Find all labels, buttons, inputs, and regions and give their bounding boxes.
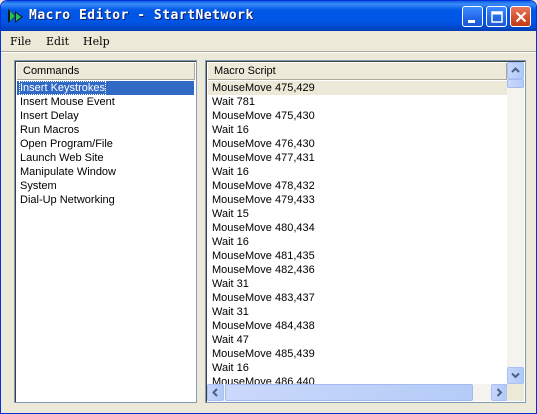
command-item[interactable]: Insert Keystrokes xyxy=(17,81,194,95)
script-line[interactable]: Wait 16 xyxy=(208,165,507,179)
script-line[interactable]: MouseMove 482,436 xyxy=(208,263,507,277)
script-line[interactable]: MouseMove 485,439 xyxy=(208,347,507,361)
scroll-up-button[interactable] xyxy=(507,62,524,79)
script-list: MouseMove 475,429 Wait 781 MouseMove 475,4… xyxy=(208,81,507,389)
script-line[interactable]: Wait 16 xyxy=(208,235,507,249)
maximize-button[interactable] xyxy=(486,6,507,27)
window-title: Macro Editor - StartNetwork xyxy=(29,8,254,23)
script-line[interactable]: MouseMove 476,430 xyxy=(208,137,507,151)
chevron-down-icon xyxy=(511,372,520,379)
vertical-scroll-thumb[interactable] xyxy=(507,79,524,88)
command-item-label: Insert Keystrokes xyxy=(19,81,106,95)
minimize-button[interactable] xyxy=(462,6,483,27)
chevron-left-icon xyxy=(212,388,218,397)
commands-list: Insert Keystrokes Insert Mouse Event Inser… xyxy=(17,81,194,207)
menu-help[interactable]: Help xyxy=(83,35,110,48)
script-line[interactable]: MouseMove 475,430 xyxy=(208,109,507,123)
menu-edit[interactable]: Edit xyxy=(46,35,69,48)
commands-header[interactable]: Commands xyxy=(17,63,195,80)
command-item-label: Manipulate Window xyxy=(20,166,116,178)
minimize-icon xyxy=(468,20,475,23)
script-line[interactable]: MouseMove 477,431 xyxy=(208,151,507,165)
command-item[interactable]: Insert Delay xyxy=(17,109,194,123)
script-line[interactable]: Wait 47 xyxy=(208,333,507,347)
vertical-scrollbar[interactable] xyxy=(507,62,524,384)
title-bar[interactable]: Macro Editor - StartNetwork xyxy=(1,1,536,31)
scroll-left-button[interactable] xyxy=(207,384,224,401)
script-line[interactable]: Wait 15 xyxy=(208,207,507,221)
command-item[interactable]: Insert Mouse Event xyxy=(17,95,194,109)
script-line[interactable]: MouseMove 483,437 xyxy=(208,291,507,305)
close-button[interactable] xyxy=(510,6,531,27)
command-item[interactable]: Launch Web Site xyxy=(17,151,194,165)
script-line[interactable]: MouseMove 478,432 xyxy=(208,179,507,193)
chevron-right-icon xyxy=(496,388,503,397)
command-item[interactable]: Open Program/File xyxy=(17,137,194,151)
command-item-label: Dial-Up Networking xyxy=(20,194,115,206)
script-line[interactable]: MouseMove 479,433 xyxy=(208,193,507,207)
command-item[interactable]: Manipulate Window xyxy=(17,165,194,179)
script-line[interactable]: Wait 16 xyxy=(208,361,507,375)
chevron-up-icon xyxy=(511,67,520,73)
command-item-label: Launch Web Site xyxy=(20,152,104,164)
horizontal-scroll-thumb[interactable] xyxy=(225,384,473,401)
command-item-label: Insert Mouse Event xyxy=(20,96,115,108)
commands-panel: Commands Insert Keystrokes Insert Mouse E… xyxy=(14,60,197,403)
play-arrows-icon xyxy=(8,9,23,23)
macro-editor-window: Macro Editor - StartNetwork File Edit He… xyxy=(0,0,537,414)
command-item[interactable]: Dial-Up Networking xyxy=(17,193,194,207)
scroll-down-button[interactable] xyxy=(507,367,524,384)
script-line[interactable]: MouseMove 481,435 xyxy=(208,249,507,263)
script-line[interactable]: MouseMove 475,429 xyxy=(208,81,507,95)
script-line[interactable]: Wait 16 xyxy=(208,123,507,137)
script-line[interactable]: MouseMove 484,438 xyxy=(208,319,507,333)
scrollbar-corner xyxy=(507,384,524,401)
script-line[interactable]: MouseMove 480,434 xyxy=(208,221,507,235)
script-line[interactable]: Wait 31 xyxy=(208,277,507,291)
command-item-label: Run Macros xyxy=(20,124,80,136)
command-item[interactable]: System xyxy=(17,179,194,193)
close-icon xyxy=(515,11,527,23)
command-item-label: Insert Delay xyxy=(20,110,79,122)
menu-file[interactable]: File xyxy=(10,35,31,48)
maximize-icon xyxy=(491,11,503,23)
scroll-right-button[interactable] xyxy=(491,384,508,401)
horizontal-scrollbar[interactable] xyxy=(207,384,508,401)
script-header[interactable]: Macro Script xyxy=(208,63,507,80)
command-item[interactable]: Run Macros xyxy=(17,123,194,137)
command-item-label: System xyxy=(20,180,57,192)
menu-bar: File Edit Help xyxy=(1,31,536,51)
command-item-label: Open Program/File xyxy=(20,138,113,150)
script-line[interactable]: Wait 781 xyxy=(208,95,507,109)
menu-separator xyxy=(1,51,536,53)
script-panel: Macro Script MouseMove 475,429 Wait 781 Mo… xyxy=(205,60,526,403)
script-line[interactable]: Wait 31 xyxy=(208,305,507,319)
